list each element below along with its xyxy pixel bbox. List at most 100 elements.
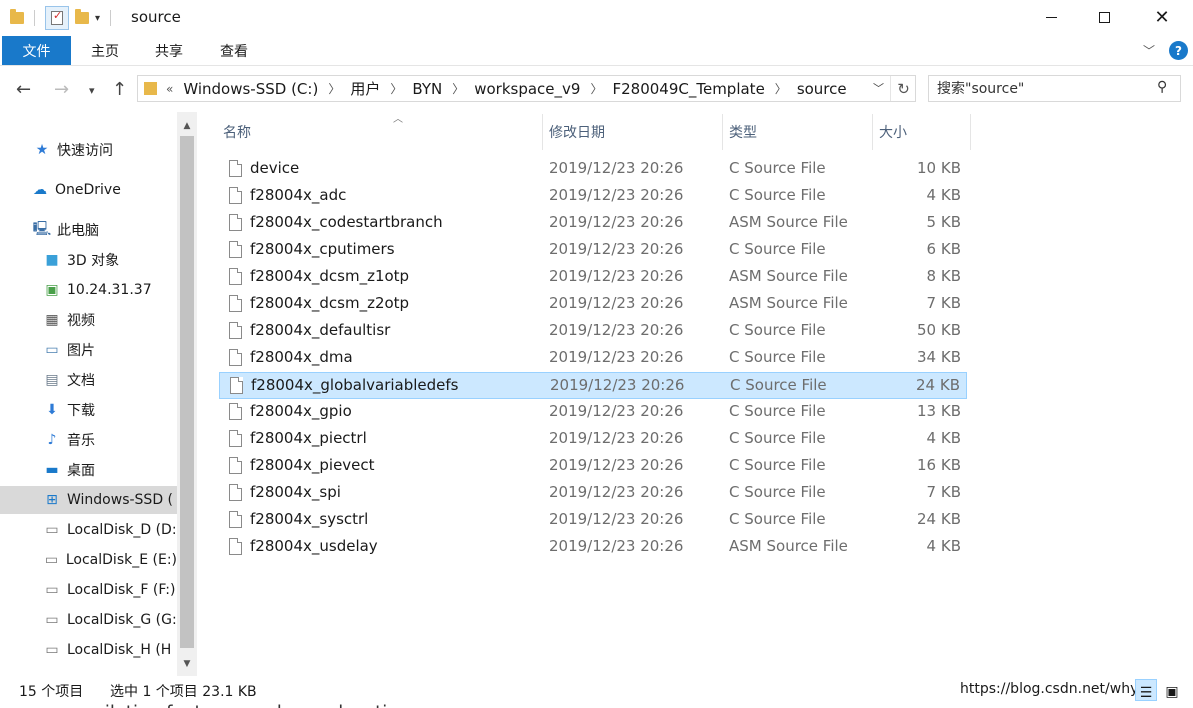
file-row[interactable]: f28004x_defaultisr 2019/12/23 20:26 C Sour…: [219, 318, 967, 345]
nav-quick-access[interactable]: ★ 快速访问: [0, 136, 177, 164]
file-row[interactable]: f28004x_gpio 2019/12/23 20:26 C Source Fil…: [219, 399, 967, 426]
scroll-down-arrow-icon[interactable]: ▼: [177, 654, 197, 674]
breadcrumb-item[interactable]: source: [797, 80, 847, 98]
search-box[interactable]: ⚲: [928, 75, 1181, 102]
nav-this-pc[interactable]: 🖳 此电脑: [0, 216, 177, 244]
file-name: f28004x_dcsm_z2otp: [250, 294, 410, 312]
breadcrumb-item[interactable]: F280049C_Template: [612, 80, 764, 98]
breadcrumb-overflow[interactable]: «: [166, 82, 173, 96]
breadcrumb-arrow-icon[interactable]: 〉: [775, 80, 787, 97]
close-button[interactable]: ✕: [1139, 0, 1185, 34]
breadcrumb-item[interactable]: Windows-SSD (C:): [183, 80, 318, 98]
download-arrow-icon: ⬇: [46, 402, 58, 418]
help-button[interactable]: ?: [1169, 41, 1188, 60]
nav-localdisk-g[interactable]: ▭ LocalDisk_G (G:: [0, 606, 177, 634]
nav-network-drive[interactable]: ▣ 10.24.31.37: [0, 276, 177, 304]
file-type: C Source File: [729, 186, 826, 204]
scrollbar-thumb[interactable]: [180, 136, 194, 648]
nav-desktop[interactable]: ▬ 桌面: [0, 456, 177, 484]
nav-3d-objects[interactable]: ■ 3D 对象: [0, 246, 177, 274]
address-history-dropdown-icon[interactable]: ﹀: [873, 80, 884, 96]
details-view-button[interactable]: ☰: [1135, 679, 1157, 701]
properties-button[interactable]: [45, 6, 69, 30]
nav-music[interactable]: ♪ 音乐: [0, 426, 177, 454]
recent-locations-chevron-icon[interactable]: ▾: [89, 84, 95, 97]
file-type: C Source File: [729, 402, 826, 420]
folder-icon: [10, 9, 24, 24]
back-arrow-icon[interactable]: ←: [16, 79, 31, 100]
breadcrumb-item[interactable]: BYN: [412, 80, 442, 98]
tab-file[interactable]: 文件: [2, 36, 71, 65]
minimize-icon: [1045, 16, 1057, 18]
file-name: f28004x_spi: [250, 483, 341, 501]
file-row[interactable]: f28004x_globalvariabledefs 2019/12/23 20:…: [219, 372, 967, 399]
large-icons-view-button[interactable]: ▣: [1161, 679, 1183, 701]
nav-onedrive[interactable]: ☁ OneDrive: [0, 176, 177, 204]
file-row[interactable]: f28004x_dcsm_z2otp 2019/12/23 20:26 ASM So…: [219, 291, 967, 318]
file-size: 10 KB: [917, 159, 961, 177]
file-name: f28004x_pievect: [250, 456, 375, 474]
file-date: 2019/12/23 20:26: [549, 510, 684, 528]
nav-windows-ssd[interactable]: ⊞ Windows-SSD (: [0, 486, 177, 514]
file-row[interactable]: f28004x_usdelay 2019/12/23 20:26 ASM Sourc…: [219, 534, 967, 561]
column-header-size[interactable]: 大小: [873, 114, 971, 150]
file-name: f28004x_globalvariabledefs: [251, 376, 459, 394]
nav-downloads[interactable]: ⬇ 下载: [0, 396, 177, 424]
file-name: f28004x_defaultisr: [250, 321, 391, 339]
file-icon: [230, 377, 243, 394]
nav-pictures[interactable]: ▭ 图片: [0, 336, 177, 364]
nav-localdisk-f[interactable]: ▭ LocalDisk_F (F:): [0, 576, 177, 604]
search-icon[interactable]: ⚲: [1157, 79, 1167, 95]
customize-toolbar-dropdown[interactable]: ▾: [95, 13, 100, 24]
file-row[interactable]: f28004x_dcsm_z1otp 2019/12/23 20:26 ASM So…: [219, 264, 967, 291]
file-row[interactable]: f28004x_spi 2019/12/23 20:26 C Source File…: [219, 480, 967, 507]
windows-drive-icon: ⊞: [46, 492, 58, 508]
file-name: f28004x_cputimers: [250, 240, 395, 258]
address-bar[interactable]: « Windows-SSD (C:) 〉 用户 〉 BYN 〉 workspac…: [137, 75, 916, 102]
file-name: f28004x_dma: [250, 348, 353, 366]
nav-localdisk-e[interactable]: ▭ LocalDisk_E (E:): [0, 546, 177, 574]
file-icon: [229, 295, 242, 312]
new-folder-button[interactable]: [75, 9, 89, 24]
file-row[interactable]: f28004x_codestartbranch 2019/12/23 20:26 A…: [219, 210, 967, 237]
file-size: 4 KB: [926, 186, 961, 204]
file-row[interactable]: f28004x_dma 2019/12/23 20:26 C Source File…: [219, 345, 967, 372]
column-header-name[interactable]: 名称: [219, 114, 543, 150]
tab-home[interactable]: 主页: [80, 36, 130, 65]
nav-videos[interactable]: ▦ 视频: [0, 306, 177, 334]
file-row[interactable]: f28004x_pievect 2019/12/23 20:26 C Source …: [219, 453, 967, 480]
file-row[interactable]: f28004x_sysctrl 2019/12/23 20:26 C Source …: [219, 507, 967, 534]
column-header-type[interactable]: 类型: [723, 114, 873, 150]
search-input[interactable]: [937, 79, 1152, 98]
nav-localdisk-d[interactable]: ▭ LocalDisk_D (D:: [0, 516, 177, 544]
file-type: C Source File: [729, 429, 826, 447]
forward-arrow-icon[interactable]: →: [54, 79, 69, 100]
disk-drive-icon: ▭: [45, 642, 59, 658]
breadcrumb-item[interactable]: 用户: [350, 78, 380, 99]
disk-drive-icon: ▭: [45, 582, 59, 598]
file-size: 7 KB: [926, 294, 961, 312]
breadcrumb-arrow-icon[interactable]: 〉: [452, 80, 464, 97]
nav-documents[interactable]: ▤ 文档: [0, 366, 177, 394]
breadcrumb-arrow-icon[interactable]: 〉: [390, 80, 402, 97]
column-header-date[interactable]: 修改日期: [543, 114, 723, 150]
file-row[interactable]: f28004x_adc 2019/12/23 20:26 C Source File…: [219, 183, 967, 210]
scroll-up-arrow-icon[interactable]: ▲: [177, 116, 197, 136]
nav-scrollbar[interactable]: ▲ ▼: [177, 112, 197, 676]
up-arrow-icon[interactable]: ↑: [112, 79, 127, 100]
refresh-button[interactable]: ↻: [890, 76, 916, 101]
breadcrumb-item[interactable]: workspace_v9: [474, 80, 580, 98]
expand-ribbon-chevron-icon[interactable]: ﹀: [1143, 42, 1155, 59]
breadcrumb-arrow-icon[interactable]: 〉: [328, 80, 340, 97]
file-row[interactable]: f28004x_piectrl 2019/12/23 20:26 C Source …: [219, 426, 967, 453]
file-date: 2019/12/23 20:26: [549, 159, 684, 177]
nav-localdisk-h[interactable]: ▭ LocalDisk_H (H: [0, 636, 177, 664]
maximize-button[interactable]: [1081, 0, 1127, 34]
file-row[interactable]: f28004x_cputimers 2019/12/23 20:26 C Sourc…: [219, 237, 967, 264]
tab-share[interactable]: 共享: [144, 36, 194, 65]
breadcrumb-arrow-icon[interactable]: 〉: [590, 80, 602, 97]
file-date: 2019/12/23 20:26: [549, 456, 684, 474]
tab-view[interactable]: 查看: [209, 36, 259, 65]
file-row[interactable]: device 2019/12/23 20:26 C Source File 10 KB: [219, 156, 967, 183]
minimize-button[interactable]: [1028, 0, 1074, 34]
